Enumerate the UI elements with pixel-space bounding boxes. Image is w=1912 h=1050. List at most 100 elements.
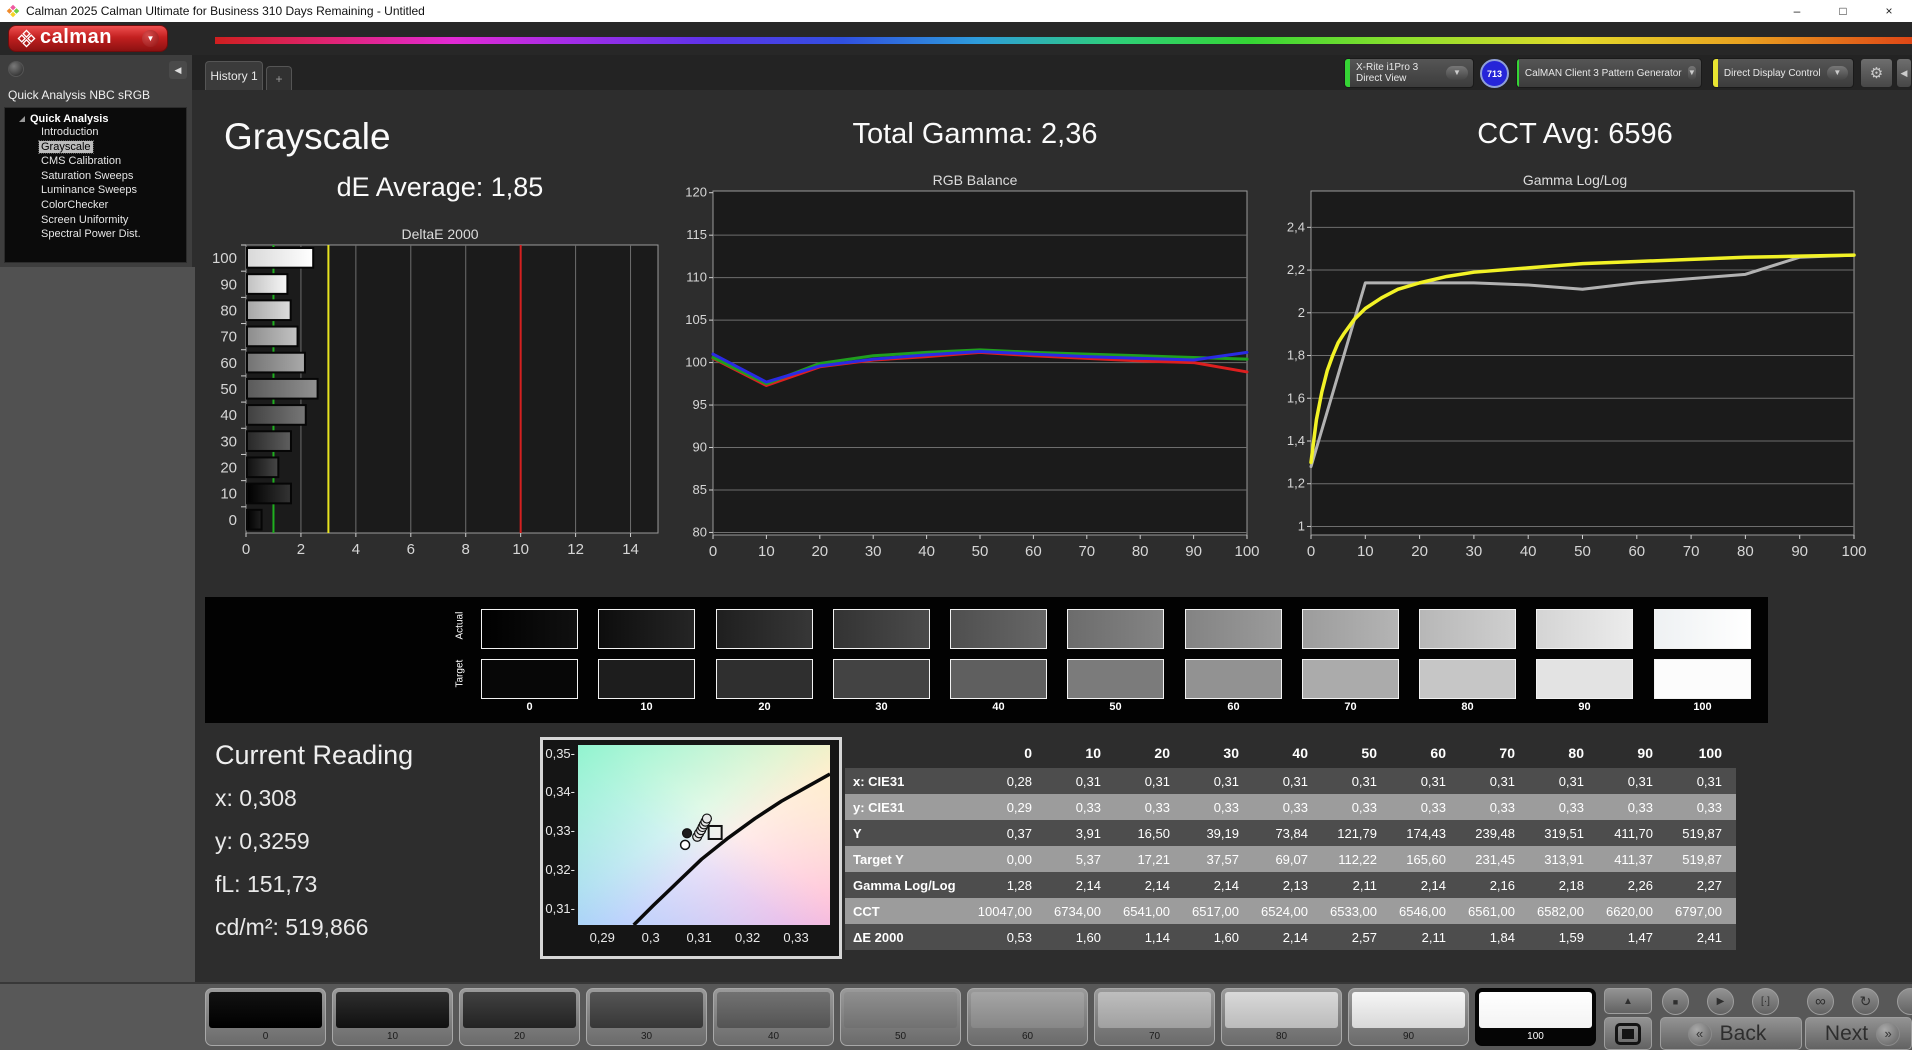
continuous-button[interactable]: ∞: [1807, 988, 1834, 1015]
pattern-level-button-30[interactable]: 30: [586, 988, 707, 1046]
table-cell: 121,79: [1322, 820, 1391, 846]
settings-gear-button[interactable]: ⚙: [1860, 58, 1893, 88]
tree-root-quick-analysis[interactable]: Quick Analysis: [5, 111, 186, 126]
sidebar-dot-button[interactable]: [8, 61, 24, 77]
pattern-level-button-80[interactable]: 80: [1221, 988, 1342, 1046]
table-cell: 17,21: [1115, 846, 1184, 872]
table-cell: 519,87: [1667, 820, 1736, 846]
cie-xtick: 0,32: [728, 930, 768, 945]
sidebar-item-luminance-sweeps[interactable]: Luminance Sweeps: [5, 184, 186, 199]
svg-text:30: 30: [1466, 543, 1483, 560]
table-cell: 2,16: [1460, 872, 1529, 898]
svg-text:4: 4: [352, 541, 360, 558]
calman-logo-menu[interactable]: calman ▼: [8, 25, 168, 52]
table-cell: 0,28: [977, 768, 1046, 794]
strip-level-label: 40: [950, 701, 1047, 713]
actual-swatch-40: [950, 609, 1047, 649]
table-row-cct: CCT10047,006734,006541,006517,006524,006…: [845, 898, 1736, 924]
table-cell: 39,19: [1184, 820, 1253, 846]
svg-text:10: 10: [1357, 543, 1374, 560]
chevron-up-icon: ▲: [1623, 996, 1633, 1007]
stop-button[interactable]: ■: [1662, 988, 1689, 1015]
close-button[interactable]: ×: [1866, 0, 1912, 22]
sidebar-item-cms-calibration[interactable]: CMS Calibration: [5, 155, 186, 170]
svg-text:2: 2: [1298, 305, 1305, 320]
stop-pattern-button[interactable]: [1604, 1017, 1652, 1050]
sidebar-item-screen-uniformity[interactable]: Screen Uniformity: [5, 214, 186, 229]
tab-history-1[interactable]: History 1: [205, 61, 263, 90]
pattern-level-label: 40: [717, 1031, 830, 1042]
top-strip: History 1 + X-Rite i1Pro 3 Direct View ▼…: [0, 55, 1912, 90]
pattern-scroll-up-button[interactable]: ▲: [1604, 988, 1652, 1014]
actual-swatch-0: [481, 609, 578, 649]
sidebar-item-colorchecker[interactable]: ColorChecker: [5, 199, 186, 214]
step-pattern-button[interactable]: [·]: [1752, 988, 1779, 1015]
table-col-header: 80: [1529, 738, 1598, 768]
actual-swatch-60: [1185, 609, 1282, 649]
rainbow-gradient-bar: [215, 37, 1912, 44]
svg-text:30: 30: [220, 433, 237, 450]
table-cell: 0,33: [1598, 794, 1667, 820]
sidebar-item-saturation-sweeps[interactable]: Saturation Sweeps: [5, 170, 186, 185]
play-button[interactable]: ▶: [1707, 988, 1734, 1015]
pattern-level-label: 10: [336, 1031, 449, 1042]
svg-text:2,2: 2,2: [1287, 262, 1305, 277]
chevron-down-icon: ▼: [1446, 66, 1468, 80]
pattern-level-button-50[interactable]: 50: [840, 988, 961, 1046]
svg-text:12: 12: [567, 541, 584, 558]
pattern-level-button-60[interactable]: 60: [967, 988, 1088, 1046]
svg-text:60: 60: [220, 355, 237, 372]
pattern-swatch: [209, 992, 322, 1028]
pattern-level-button-100[interactable]: 100: [1475, 988, 1596, 1046]
table-cell: 6541,00: [1115, 898, 1184, 924]
repeat-button[interactable]: ↻: [1852, 988, 1879, 1015]
strip-level-label: 100: [1654, 701, 1751, 713]
table-cell: 73,84: [1253, 820, 1322, 846]
table-cell: 0,33: [1460, 794, 1529, 820]
pattern-level-button-70[interactable]: 70: [1094, 988, 1215, 1046]
pattern-level-button-10[interactable]: 10: [332, 988, 453, 1046]
table-cell: 1,14: [1115, 924, 1184, 950]
sidebar-collapse-button[interactable]: ◀: [169, 61, 187, 79]
strip-level-label: 90: [1536, 701, 1633, 713]
rgb-balance-chart-plot: 8085909510010511011512001020304050607080…: [695, 189, 1255, 571]
maximize-button[interactable]: □: [1820, 0, 1866, 22]
pattern-level-button-90[interactable]: 90: [1348, 988, 1469, 1046]
table-cell: 69,07: [1253, 846, 1322, 872]
next-button[interactable]: Next »: [1805, 1017, 1912, 1050]
meter-dropdown[interactable]: X-Rite i1Pro 3 Direct View ▼: [1344, 58, 1474, 88]
svg-text:70: 70: [1683, 543, 1700, 560]
table-cell: 5,37: [1046, 846, 1115, 872]
back-button[interactable]: « Back: [1660, 1017, 1802, 1050]
table-cell: 2,13: [1253, 872, 1322, 898]
cie-xtick: 0,33: [776, 930, 816, 945]
expander-icon: [19, 116, 25, 122]
pattern-level-button-0[interactable]: 0: [205, 988, 326, 1046]
minimize-button[interactable]: –: [1774, 0, 1820, 22]
table-cell: 16,50: [1115, 820, 1184, 846]
workflow-sidebar: ◀ Quick Analysis NBC sRGB Quick Analysis…: [0, 55, 192, 267]
reading-y: y: 0,3259: [215, 828, 413, 855]
meter-badge[interactable]: 713: [1480, 59, 1509, 88]
sidebar-item-grayscale[interactable]: Grayscale: [5, 141, 186, 156]
pattern-level-label: 60: [971, 1031, 1084, 1042]
repeat-icon: ↻: [1860, 993, 1872, 1010]
svg-text:50: 50: [1574, 543, 1591, 560]
table-cell: 239,48: [1460, 820, 1529, 846]
cie-xtick: 0,31: [679, 930, 719, 945]
display-control-dropdown[interactable]: Direct Display Control ▼: [1712, 58, 1854, 88]
logo-dropdown-icon[interactable]: ▼: [142, 30, 159, 47]
sidebar-item-spectral-power-dist-[interactable]: Spectral Power Dist.: [5, 228, 186, 243]
pattern-level-button-20[interactable]: 20: [459, 988, 580, 1046]
extra-button[interactable]: [1897, 988, 1912, 1015]
actual-target-strip: Actual Target 0102030405060708090100: [205, 597, 1768, 723]
pattern-level-button-40[interactable]: 40: [713, 988, 834, 1046]
collapse-panel-button[interactable]: ◀: [1896, 58, 1912, 88]
sidebar-item-introduction[interactable]: Introduction: [5, 126, 186, 141]
pattern-generator-dropdown[interactable]: CalMAN Client 3 Pattern Generator ▼: [1516, 58, 1702, 88]
svg-text:90: 90: [1791, 543, 1808, 560]
svg-text:6: 6: [407, 541, 415, 558]
add-tab-button[interactable]: +: [266, 66, 292, 90]
svg-text:120: 120: [685, 185, 707, 200]
titlebar: Calman 2025 Calman Ultimate for Business…: [0, 0, 1912, 22]
